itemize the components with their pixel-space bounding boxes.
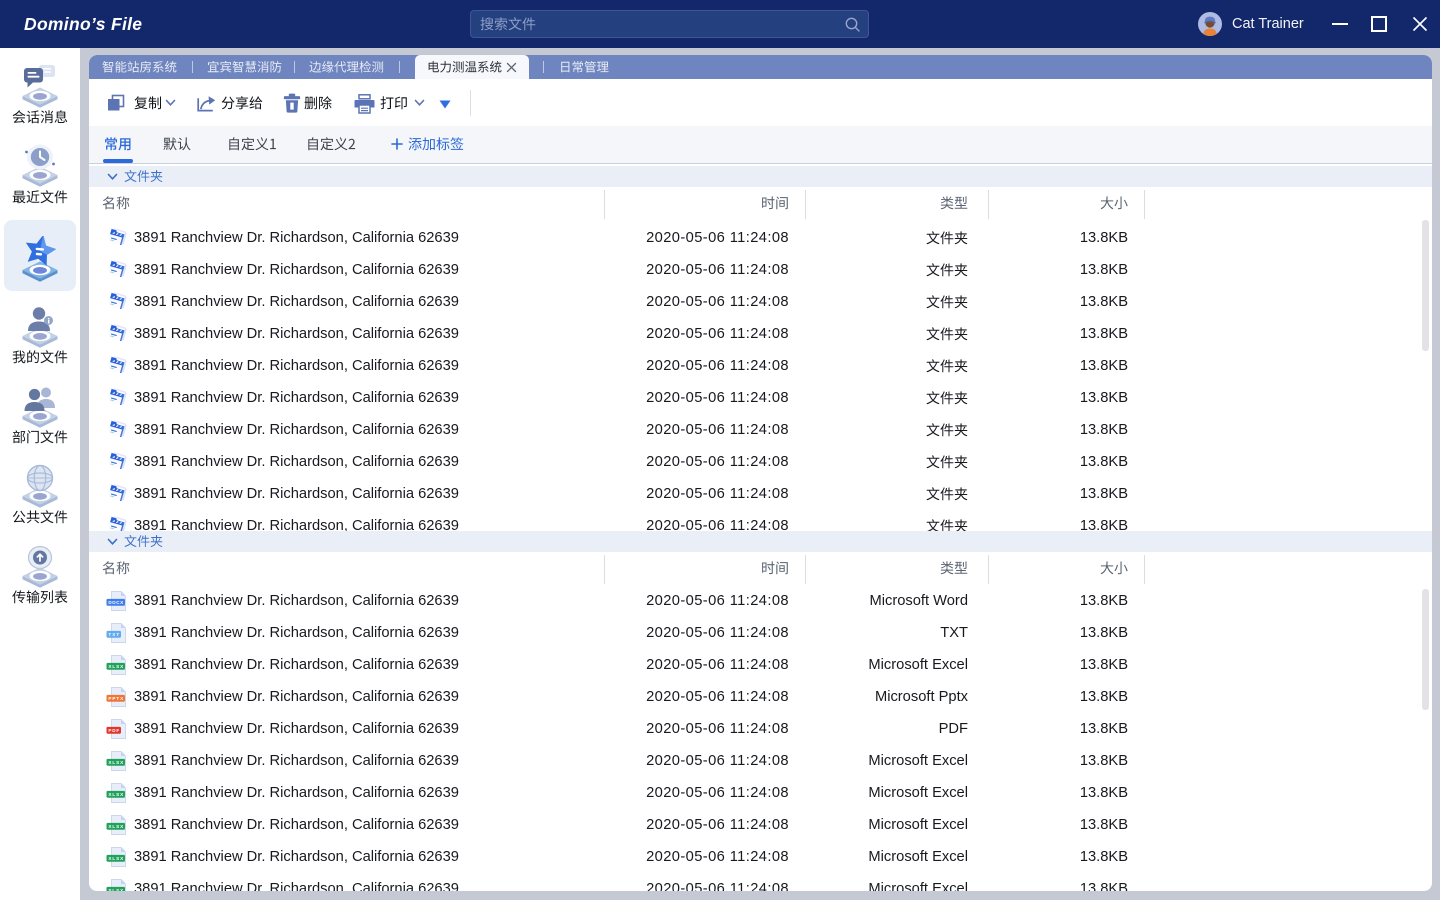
svg-text:PPTX: PPTX (108, 696, 124, 701)
svg-text:DOCX: DOCX (108, 600, 124, 605)
svg-text:TXT: TXT (108, 632, 119, 637)
svg-text:XLSX: XLSX (108, 888, 124, 891)
svg-text:XLSX: XLSX (108, 760, 124, 765)
svg-text:PDF: PDF (108, 728, 119, 733)
svg-text:XLSX: XLSX (108, 664, 124, 669)
svg-text:XLSX: XLSX (108, 792, 124, 797)
svg-text:XLSX: XLSX (108, 856, 124, 861)
svg-text:XLSX: XLSX (108, 824, 124, 829)
